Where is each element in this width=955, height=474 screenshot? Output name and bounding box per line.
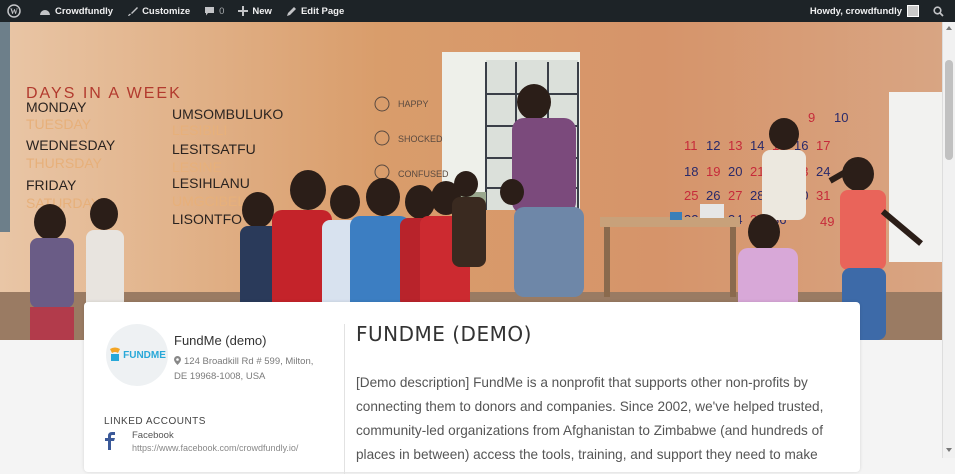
board-day-right: LESIHLANU (172, 175, 250, 191)
organization-card: FUNDME FundMe (demo) 124 Broadkill Rd # … (84, 302, 860, 474)
fundme-logo-icon (110, 347, 121, 361)
emotion-label: HAPPY (398, 99, 429, 109)
wall-number: 9 (808, 110, 815, 125)
facebook-icon[interactable] (104, 432, 116, 450)
howdy-label: Howdy, crowdfundly (809, 5, 902, 17)
board-day-left: THURSDAY (26, 155, 103, 171)
scroll-up-arrow-icon[interactable] (946, 26, 952, 30)
board-day-right: LESINE (172, 159, 222, 175)
board-day-right: LESITSATFU (172, 141, 256, 157)
board-day-left: TUESDAY (26, 116, 92, 132)
wall-number: 17 (816, 138, 830, 153)
board-day-left: SATURDAY (26, 195, 101, 211)
new-label: New (252, 5, 272, 17)
my-account-menu[interactable]: Howdy, crowdfundly (803, 0, 926, 22)
wall-number: 27 (728, 188, 742, 203)
facebook-label: Facebook (132, 430, 174, 441)
customize-label: Customize (142, 5, 191, 17)
organization-name: FundMe (demo) (174, 333, 267, 348)
wordpress-logo-button[interactable]: W (0, 0, 32, 22)
campaign-description: [Demo description] FundMe is a nonprofit… (356, 375, 824, 462)
wall-number: 20 (728, 164, 742, 179)
site-name-label: Crowdfundly (55, 5, 114, 17)
scroll-down-arrow-icon[interactable] (946, 448, 952, 452)
facebook-url-link[interactable]: https://www.facebook.com/crowdfundly.io/ (132, 443, 298, 453)
organization-address-text: 124 Broadkill Rd # 599, Milton, DE 19968… (174, 356, 314, 382)
wall-number: 10 (834, 110, 848, 125)
avatar (907, 5, 919, 17)
wall-number: 31 (816, 188, 830, 203)
new-content-link[interactable]: New (231, 0, 279, 22)
wall-number: 49 (820, 214, 834, 229)
svg-text:W: W (10, 7, 18, 16)
board-day-left: WEDNESDAY (26, 137, 116, 153)
organization-address: 124 Broadkill Rd # 599, Milton, DE 19968… (174, 354, 326, 384)
admin-search-button[interactable] (926, 0, 955, 22)
brush-icon (128, 6, 139, 16)
wall-number: 19 (706, 164, 720, 179)
wall-number: 24 (816, 164, 830, 179)
dashboard-icon (40, 10, 50, 15)
search-icon (933, 5, 944, 17)
board-day-left: FRIDAY (26, 177, 77, 193)
board-day-right: LISONTFO (172, 211, 242, 227)
board-day-left: MONDAY (26, 99, 87, 115)
site-name-link[interactable]: Crowdfundly (32, 0, 120, 22)
wp-admin-bar: W Crowdfundly Customize 0 New Edit Page … (0, 0, 955, 22)
organization-logo: FUNDME (106, 324, 168, 386)
page-scrollbar[interactable] (942, 22, 955, 458)
wall-number: 26 (706, 188, 720, 203)
board-day-right: LESIBILI (172, 122, 227, 138)
pencil-icon (286, 6, 296, 16)
comments-link[interactable]: 0 (197, 0, 231, 22)
card-divider (344, 324, 345, 474)
wall-number: 13 (728, 138, 742, 153)
wall-number: 11 (684, 138, 698, 153)
campaign-title: FUNDME (DEMO) (356, 322, 532, 346)
emotion-label: SHOCKED (398, 134, 443, 144)
map-pin-icon (174, 356, 181, 365)
scrollbar-thumb[interactable] (945, 60, 953, 160)
edit-page-link[interactable]: Edit Page (279, 0, 351, 22)
wall-number: 25 (684, 188, 698, 203)
wordpress-icon: W (7, 4, 21, 18)
wall-number: 14 (750, 138, 764, 153)
hero-cover-image: DAYS IN A WEEK MONDAY TUESDAY WEDNESDAY … (0, 22, 942, 340)
linked-accounts-heading: LINKED ACCOUNTS (104, 416, 206, 427)
wall-number: 18 (684, 164, 698, 179)
customize-link[interactable]: Customize (120, 0, 197, 22)
wall-number: 12 (706, 138, 720, 153)
emotion-label: CONFUSED (398, 169, 449, 179)
plus-icon (238, 6, 249, 16)
comments-count: 0 (219, 5, 225, 17)
comment-icon (205, 6, 215, 15)
organization-logo-text: FUNDME (123, 349, 166, 361)
edit-page-label: Edit Page (300, 5, 345, 17)
classroom-photo: DAYS IN A WEEK MONDAY TUESDAY WEDNESDAY … (0, 22, 942, 340)
board-day-right: UMSOMBULUKO (172, 106, 283, 122)
